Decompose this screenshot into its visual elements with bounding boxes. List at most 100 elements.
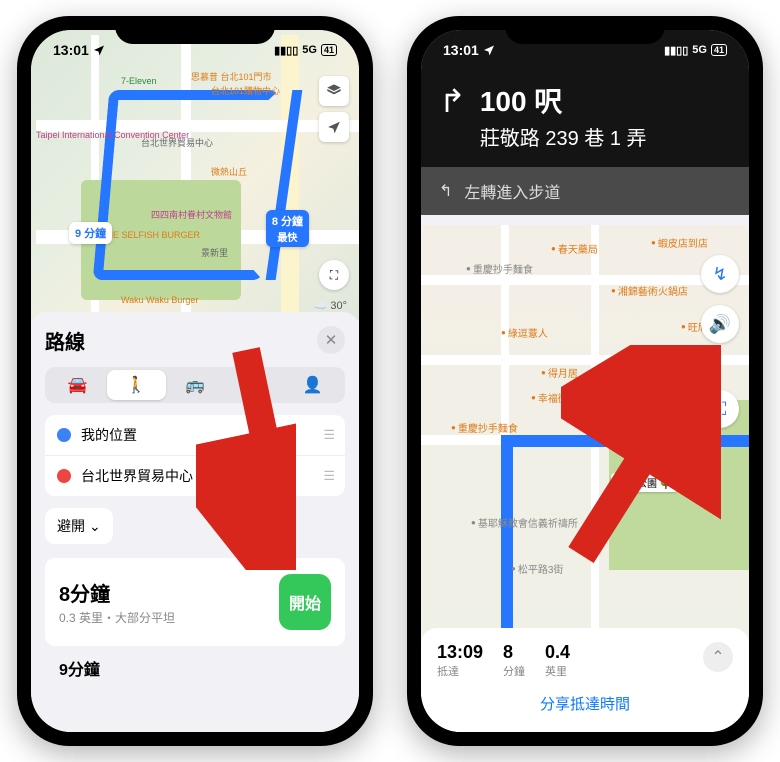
from-label: 我的位置 — [81, 425, 137, 445]
view-3d-icon: ⛶ — [330, 268, 338, 283]
route1-time: 8分鐘 — [59, 578, 175, 607]
cloud-icon: ☁️ — [314, 299, 328, 312]
avoid-label: 避開 — [57, 516, 85, 536]
layers-icon — [326, 83, 342, 99]
poi-street: 重慶抄手麵食 — [466, 261, 533, 276]
park-pin[interactable]: 景新公園 🌳 — [611, 473, 678, 492]
poi-7eleven: 7-Eleven — [121, 76, 157, 86]
route1-sub: 0.3 英里・大部分平坦 — [59, 609, 175, 626]
map-layers-button[interactable] — [319, 76, 349, 106]
chevron-up-icon: ⌃ — [711, 647, 724, 667]
min-value: 8 — [503, 642, 525, 663]
expand-button[interactable]: ⌃ — [703, 642, 733, 672]
phone-right: 13:01 ▮▮▯▯ 5G 41 ↱ 100 呎 莊敬路 239 巷 1 弄 ↰… — [407, 16, 763, 746]
poi-sisi: 思慕昔 台北101門市 — [191, 70, 272, 83]
route-option-2-time[interactable]: 9分鐘 — [45, 656, 345, 680]
poi-moon: 得月居 — [541, 365, 578, 380]
turn-left-icon: ↰ — [439, 181, 452, 201]
eta-value: 13:09 — [437, 642, 483, 663]
status-network: 5G — [692, 44, 707, 56]
min-label: 分鐘 — [503, 663, 525, 679]
speaker-icon: 🔊 — [709, 314, 731, 335]
to-row[interactable]: 台北世界貿易中心 ☰ — [45, 455, 345, 496]
go-label: 開始 — [289, 590, 321, 614]
phone-left: 13:01 ▮▮▯▯ 5G 41 7-Eleven 思慕昔 台北101門市 台北… — [17, 16, 373, 746]
mode-cycle[interactable]: 🚲 — [224, 370, 283, 400]
route-option-1[interactable]: 8分鐘 0.3 英里・大部分平坦 開始 — [45, 558, 345, 646]
mode-car[interactable]: 🚘 — [48, 370, 107, 400]
poi-bakery: 幸福微甜手做 diy 烘焙屋 — [531, 390, 646, 405]
label-street239: 莊敬路239 — [651, 421, 705, 436]
nav-next-step[interactable]: ↰ 左轉進入步道 — [421, 167, 749, 215]
route-line-v — [501, 435, 513, 635]
chevron-down-icon: ⌄ — [89, 518, 101, 535]
transport-mode-picker: 🚘 🚶 🚌 🚲 👤 — [45, 367, 345, 403]
mode-rideshare[interactable]: 👤 — [283, 370, 342, 400]
poi-waku: Waku Waku Burger — [121, 295, 198, 305]
view-3d-button[interactable]: ⛶ — [319, 260, 349, 290]
dist-label: 英里 — [545, 663, 570, 679]
screen-left: 13:01 ▮▮▯▯ 5G 41 7-Eleven 思慕昔 台北101門市 台北… — [31, 30, 359, 732]
share-eta-label: 分享抵達時間 — [540, 696, 630, 713]
battery-icon: 41 — [321, 44, 337, 56]
dist-value: 0.4 — [545, 642, 570, 663]
locate-button[interactable] — [319, 112, 349, 142]
from-dot-icon — [57, 428, 71, 442]
to-label: 台北世界貿易中心 — [81, 466, 193, 486]
route-bubble-fastest[interactable]: 8 分鐘 最快 — [266, 210, 309, 247]
share-eta-button[interactable]: 分享抵達時間 — [437, 693, 733, 714]
poi-museum: 四四南村眷村文物館 — [151, 208, 232, 221]
sheet-title: 路線 — [45, 326, 345, 355]
poi-noodle: 重慶抄手麵食 — [451, 420, 518, 435]
bubble-fast-tag: 最快 — [272, 229, 303, 244]
poi-church: 基耶穌教會信義祈禱所 — [471, 515, 578, 530]
nav-distance: 100 呎 — [480, 80, 647, 120]
trip-stats: 13:09 抵達 8 分鐘 0.4 英里 ⌃ — [437, 642, 733, 679]
route-sheet: 路線 ✕ 🚘 🚶 🚌 🚲 👤 我的位置 ☰ 台北世界貿易中心 — [31, 312, 359, 732]
to-dot-icon — [57, 469, 71, 483]
route-bubble-alt[interactable]: 9 分鐘 — [69, 222, 112, 244]
mode-walk[interactable]: 🚶 — [107, 370, 166, 400]
poi-love: 綠逗薏人 — [501, 325, 548, 340]
view-3d-icon: ⛶ — [714, 399, 727, 420]
poi-101: 台北101購物中心 — [211, 84, 280, 97]
poi-burger: THE SELFISH BURGER — [101, 230, 200, 240]
mode-transit[interactable]: 🚌 — [166, 370, 225, 400]
car-icon: 🚘 — [67, 375, 87, 395]
poi-hotpot: 湘錦藝術火鍋店 — [611, 283, 688, 298]
poi-vet: 豐德動物醫院 — [601, 365, 668, 380]
route-line-h — [501, 435, 749, 447]
status-time: 13:01 — [443, 42, 479, 58]
poi-mushroom: 微熱山丘 — [211, 165, 247, 178]
route-overview-button[interactable]: ↯ — [701, 255, 739, 293]
nav-street: 莊敬路 239 巷 1 弄 — [480, 122, 647, 151]
reorder-handle-icon[interactable]: ☰ — [323, 468, 333, 484]
weather-temp: 30° — [330, 300, 347, 312]
nav-bottom-sheet[interactable]: 13:09 抵達 8 分鐘 0.4 英里 ⌃ 分享抵達時間 — [421, 628, 749, 732]
poi-trade: 台北世界貿易中心 — [141, 136, 213, 149]
close-button[interactable]: ✕ — [317, 326, 345, 354]
nav-sub-label: 左轉進入步道 — [464, 179, 560, 203]
avoid-button[interactable]: 避開 ⌄ — [45, 508, 113, 544]
battery-icon: 41 — [711, 44, 727, 56]
poi-pharma: 春天藥局 — [551, 241, 598, 256]
route-overview-icon: ↯ — [712, 264, 727, 285]
reorder-handle-icon[interactable]: ☰ — [323, 427, 333, 443]
route-map[interactable]: 7-Eleven 思慕昔 台北101門市 台北101購物中心 Taipei In… — [31, 30, 359, 320]
view-3d-button[interactable]: ⛶ — [701, 390, 739, 428]
poi-shrimp: 蝦皮店到店 — [651, 235, 708, 250]
eta-label: 抵達 — [437, 663, 483, 679]
go-button[interactable]: 開始 — [279, 574, 331, 630]
signal-icon: ▮▮▯▯ — [664, 44, 688, 57]
status-time: 13:01 — [53, 42, 89, 58]
poi-area: 景新里 — [201, 246, 228, 259]
bubble-fast-time: 8 分鐘 — [272, 213, 303, 229]
status-network: 5G — [302, 44, 317, 56]
close-icon: ✕ — [325, 331, 338, 349]
route-line-alt — [93, 90, 280, 280]
audio-button[interactable]: 🔊 — [701, 305, 739, 343]
from-row[interactable]: 我的位置 ☰ — [45, 415, 345, 455]
cycle-icon: 🚲 — [244, 375, 264, 395]
park-pin-label: 景新公園 — [617, 479, 657, 490]
weather-badge: ☁️ 30° — [314, 299, 347, 312]
